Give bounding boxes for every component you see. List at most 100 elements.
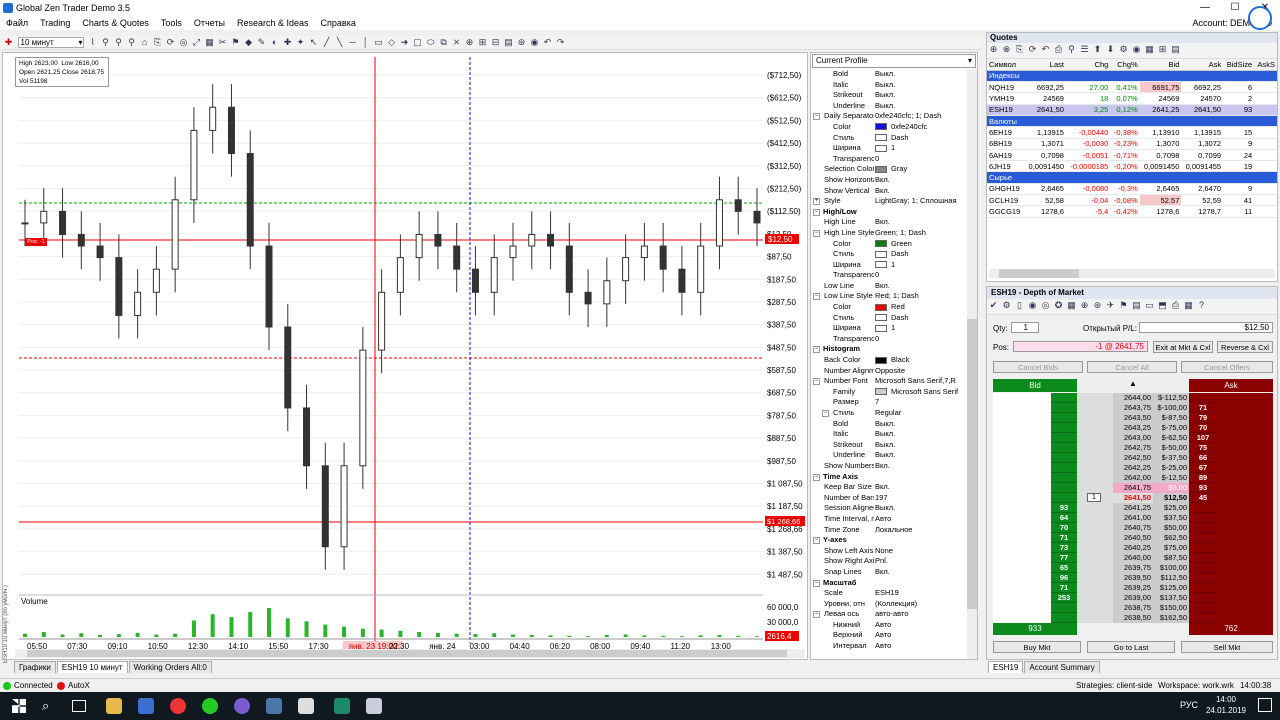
quote-row[interactable]: 6AH19 0,7098 -0,0051 -0,71% 0,7098 0,7099 24 [987, 149, 1277, 162]
bid-cell[interactable] [993, 393, 1051, 403]
chart-tool-5-icon[interactable]: ⎘ [152, 37, 163, 48]
chrome-icon[interactable] [170, 698, 186, 714]
notifications-icon[interactable] [1258, 698, 1272, 712]
ladder-row[interactable]: 2643,25 $-75,00 70 [993, 423, 1273, 433]
quotes-group-row[interactable]: Индексы [987, 70, 1277, 83]
property-row[interactable]: − High/Low [811, 207, 977, 218]
whatsapp-icon[interactable] [202, 698, 218, 714]
ask-cell[interactable] [1217, 443, 1273, 453]
ladder-row[interactable]: 2643,50 $-87,50 79 [993, 413, 1273, 423]
property-row[interactable]: Selection Color Gray [811, 164, 977, 175]
ask-cell[interactable] [1217, 473, 1273, 483]
dom-tool-10-icon[interactable]: ⚑ [1118, 300, 1129, 311]
property-row[interactable]: Ширина 1 [811, 260, 977, 271]
property-row[interactable]: Underline Выкл. [811, 101, 977, 112]
expand-icon[interactable]: − [813, 208, 820, 216]
property-row[interactable]: Стиль Dash [811, 133, 977, 144]
property-row[interactable]: Scale ESH19 [811, 588, 977, 599]
chart-tool-19-icon[interactable]: ╲ [334, 37, 345, 48]
expand-icon[interactable]: − [813, 293, 820, 301]
dom-tool-15-icon[interactable]: ▦ [1183, 300, 1194, 311]
property-row[interactable]: Italic Выкл. [811, 429, 977, 440]
dom-tool-0-icon[interactable]: ✔ [988, 300, 999, 311]
ask-cell[interactable] [1217, 393, 1273, 403]
chart-panel[interactable]: ($712,50) ($612,50) ($512,50) ($412,50) ($31… [2, 52, 808, 663]
ask-cell[interactable] [1217, 533, 1273, 543]
task-view-icon[interactable] [72, 700, 86, 712]
date[interactable]: 24.01.2019 [1202, 706, 1250, 715]
interval-select[interactable]: 10 минут ▾ [17, 37, 84, 48]
ladder-row[interactable]: 2638,75 $150,00 [993, 603, 1273, 613]
column-header[interactable]: Символ [987, 59, 1025, 71]
chart-tool-8-icon[interactable]: ⤢ [191, 37, 202, 48]
quotes-scrollbar[interactable] [989, 269, 1275, 278]
bid-cell[interactable] [993, 543, 1051, 553]
property-row[interactable]: Show Right Axis Pnl. [811, 556, 977, 567]
ladder-row[interactable]: 77 2640,00 $87,50 [993, 553, 1273, 563]
property-row[interactable]: Нижний Авто [811, 620, 977, 631]
chart-tool-17-icon[interactable]: ↖ [308, 37, 319, 48]
quotes-tool-1-icon[interactable]: ⊗ [1001, 44, 1012, 55]
chart-tool-28-icon[interactable]: ⨯ [451, 37, 462, 48]
quotes-tool-13-icon[interactable]: ⊞ [1157, 44, 1168, 55]
property-row[interactable]: Стиль Dash [811, 249, 977, 260]
chart-tool-27-icon[interactable]: ⧉ [438, 37, 449, 48]
quotes-tool-7-icon[interactable]: ☰ [1079, 44, 1090, 55]
sell-mkt-button[interactable]: Sell Mkt [1181, 641, 1273, 653]
property-row[interactable]: Show Numbers Вкл. [811, 461, 977, 472]
properties-scrollbar[interactable] [967, 69, 977, 659]
expand-icon[interactable]: − [813, 346, 820, 354]
property-row[interactable]: Интервал Авто [811, 641, 977, 652]
chart-tool-33-icon[interactable]: ⊛ [516, 37, 527, 48]
bid-cell[interactable] [993, 603, 1051, 613]
viber-icon[interactable] [234, 698, 250, 714]
cancel-all-button[interactable]: Cancel All [1087, 361, 1177, 373]
dom-tool-6-icon[interactable]: ▦ [1066, 300, 1077, 311]
column-header[interactable]: AskS [1254, 59, 1277, 71]
property-row[interactable]: Уровни, отн (Коллекция) [811, 599, 977, 610]
menu-item-2[interactable]: Charts & Quotes [76, 16, 155, 28]
ladder-row[interactable]: 253 2639,00 $137,50 [993, 593, 1273, 603]
ask-cell[interactable] [1217, 603, 1273, 613]
expand-icon[interactable]: − [813, 229, 820, 237]
ladder-row[interactable]: 2642,25 $-25,00 67 [993, 463, 1273, 473]
property-row[interactable]: Low Line Вкл. [811, 281, 977, 292]
notepad-icon[interactable] [366, 698, 382, 714]
property-row[interactable]: − Масштаб [811, 578, 977, 589]
chart-tool-36-icon[interactable]: ↷ [555, 37, 566, 48]
chart-tool-23-icon[interactable]: ◇ [386, 37, 397, 48]
ladder-row[interactable]: 65 2639,75 $100,00 [993, 563, 1273, 573]
chart-tool-6-icon[interactable]: ⟳ [165, 37, 176, 48]
chart-tab-2[interactable]: Working Orders All:0 [128, 661, 212, 673]
property-row[interactable]: Стиль Dash [811, 313, 977, 324]
ask-cell[interactable] [1217, 593, 1273, 603]
quotes-group-row[interactable]: Сырье [987, 171, 1277, 184]
menu-item-5[interactable]: Research & Ideas [231, 16, 315, 28]
ask-cell[interactable] [1217, 513, 1273, 523]
profile-select[interactable]: Current Profile ▾ [812, 54, 976, 68]
quote-row[interactable]: ESH19 2641,50 3,25 0,12% 2641,25 2641,50 93 [987, 104, 1277, 116]
buy-mkt-button[interactable]: Buy Mkt [993, 641, 1081, 653]
ask-cell[interactable] [1217, 493, 1273, 503]
ladder-row[interactable]: 64 2641,00 $37,50 [993, 513, 1273, 523]
ask-cell[interactable] [1217, 573, 1273, 583]
chart-tool-3-icon[interactable]: ⚲ [126, 37, 137, 48]
property-row[interactable]: Strikeout Выкл. [811, 90, 977, 101]
property-row[interactable]: Family Microsoft Sans Serif [811, 387, 977, 398]
quote-row[interactable]: GGCG19 1278,6 -5,4 -0,42% 1278,6 1278,7 11 [987, 205, 1277, 218]
chart-tool-11-icon[interactable]: ⚑ [230, 37, 241, 48]
quotes-tool-8-icon[interactable]: ⬆ [1092, 44, 1103, 55]
expand-icon[interactable]: + [813, 198, 820, 206]
go-to-last-button[interactable]: Go to Last [1087, 641, 1175, 653]
chart-tool-12-icon[interactable]: ◆ [243, 37, 254, 48]
dom-tool-14-icon[interactable]: ⎙ [1170, 300, 1181, 311]
cancel-offers-button[interactable]: Cancel Offers [1181, 361, 1273, 373]
column-header[interactable]: Last [1024, 59, 1066, 71]
expand-icon[interactable]: − [813, 473, 820, 481]
chart-tool-2-icon[interactable]: ⚲ [113, 37, 124, 48]
language-indicator[interactable]: РУС [1180, 700, 1198, 710]
property-row[interactable]: Show Left Axis None [811, 546, 977, 557]
chart-tool-7-icon[interactable]: ◎ [178, 37, 189, 48]
property-row[interactable]: Keep Bar Size Вкл. [811, 482, 977, 493]
exit-mkt-cxl-button[interactable]: Exit at Mkt & Cxl [1153, 341, 1213, 353]
